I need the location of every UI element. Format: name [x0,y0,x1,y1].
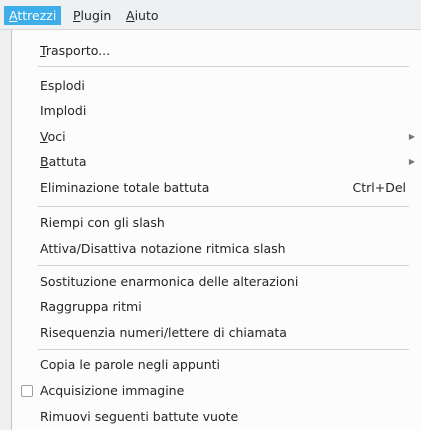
menu-separator [38,265,409,266]
menu-attrezzi[interactable]: Attrezzi [4,6,62,25]
menu-item-esplodi-label: Esplodi [40,78,85,93]
submenu-arrow-icon: ▶ [408,132,415,141]
menu-item-voci[interactable]: Voci ▶ [12,126,421,148]
menu-item-attiva-slash[interactable]: Attiva/Disattiva notazione ritmica slash [12,238,421,260]
menu-item-eliminazione-totale[interactable]: Eliminazione totale battuta Ctrl+Del [12,177,421,199]
menu-item-implodi-label: Implodi [40,103,87,118]
menu-plugin-mnemonic: P [73,8,81,23]
menu-item-raggruppa-ritmi[interactable]: Raggruppa ritmi [12,296,421,318]
menu-item-voci-text: oci [47,129,66,144]
menu-item-copia-label: Copia le parole negli appunti [40,357,221,372]
menu-item-riempi-label: Riempi con gli slash [40,215,165,230]
menu-item-battuta-label: Battuta [40,151,87,173]
menu-separator [38,349,409,350]
menu-aiuto-mnemonic: A [126,8,135,23]
menu-item-rimuovi-label: Rimuovi seguenti battute vuote [40,409,239,424]
menu-item-trasporto-label: Trasporto... [40,40,110,62]
menu-plugin-label: lugin [80,8,112,23]
menu-item-raggruppa-label: Raggruppa ritmi [40,299,142,314]
menu-attrezzi-label: ttrezzi [17,8,57,23]
menu-aiuto[interactable]: Aiuto [121,6,164,25]
menu-item-esplodi[interactable]: Esplodi [12,75,421,97]
menu-separator [38,206,409,207]
menu-item-risequenzia[interactable]: Risequenzia numeri/lettere di chiamata [12,322,421,344]
menu-item-trasporto[interactable]: Trasporto... [12,40,421,62]
menu-item-acquisizione-immagine[interactable]: Acquisizione immagine [12,380,421,402]
menu-plugin[interactable]: Plugin [68,6,116,25]
checkbox-icon[interactable] [21,385,33,397]
menu-item-eliminazione-shortcut: Ctrl+Del [352,180,406,195]
menu-item-rimuovi-battute[interactable]: Rimuovi seguenti battute vuote [12,406,421,428]
attrezzi-dropdown-menu: Trasporto... Esplodi Implodi Voci ▶ Batt… [11,30,421,430]
menu-item-battuta[interactable]: Battuta ▶ [12,151,421,173]
menu-item-acquisizione-label: Acquisizione immagine [40,383,185,398]
menu-item-riempi-slash[interactable]: Riempi con gli slash [12,212,421,234]
menu-item-implodi[interactable]: Implodi [12,100,421,122]
menu-aiuto-label: iuto [134,8,159,23]
menu-separator [38,66,409,67]
submenu-arrow-icon: ▶ [408,157,415,166]
menu-item-eliminazione-label: Eliminazione totale battuta [40,180,210,195]
menu-item-voci-label: Voci [40,126,66,148]
menu-item-risequenzia-label: Risequenzia numeri/lettere di chiamata [40,325,287,340]
menu-item-trasporto-text: rasporto... [45,43,111,58]
menu-item-battuta-mnemonic: B [40,154,49,169]
menu-item-attiva-label: Attiva/Disattiva notazione ritmica slash [40,241,286,256]
menu-item-battuta-text: attuta [48,154,87,169]
menu-item-copia-parole[interactable]: Copia le parole negli appunti [12,354,421,376]
menu-bar: Attrezzi Plugin Aiuto [0,0,421,30]
menu-item-sostituzione-label: Sostituzione enarmonica delle alterazion… [40,274,299,289]
menu-item-voci-mnemonic: V [40,129,48,144]
menu-item-sostituzione-enarmonica[interactable]: Sostituzione enarmonica delle alterazion… [12,271,421,293]
